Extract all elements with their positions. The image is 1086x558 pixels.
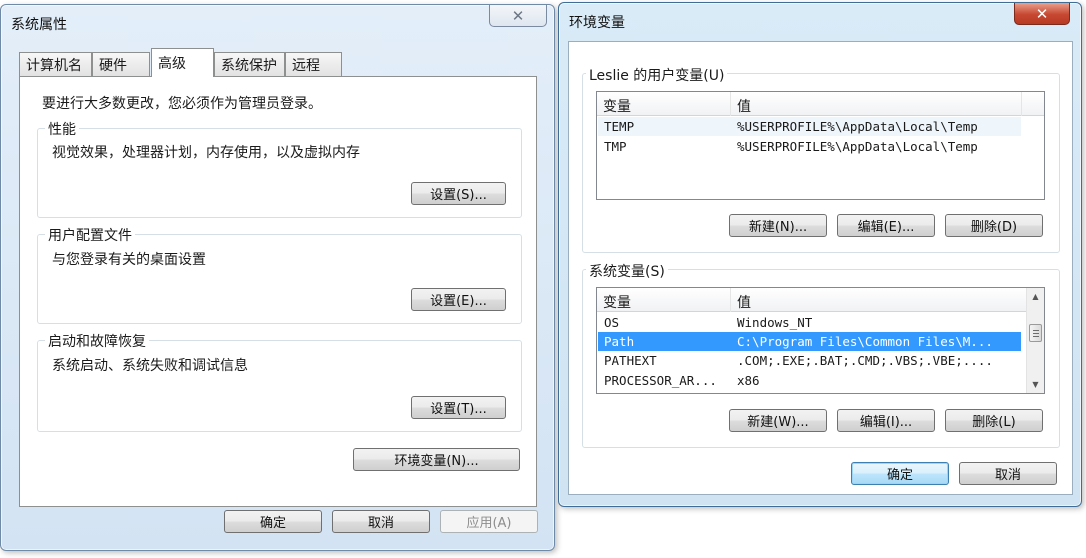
user-variables-list[interactable]: 变量 值 TEMP %USERPROFILE%\AppData\Local\Te… [596,91,1045,200]
performance-group: 性能 视觉效果，处理器计划，内存使用，以及虚拟内存 设置(S)... [37,119,522,218]
scroll-up-icon[interactable]: ▲ [1027,288,1044,305]
variable-name: TMP [604,139,627,154]
env-ok-button[interactable]: 确定 [851,462,949,485]
list-row[interactable]: PROCESSOR_AR... x86 [598,371,1021,390]
list-row[interactable]: TMP %USERPROFILE%\AppData\Local\Temp [598,137,1021,156]
performance-description: 视觉效果，处理器计划，内存使用，以及虚拟内存 [52,145,360,161]
system-edit-button[interactable]: 编辑(I)... [837,409,935,432]
grip-line [1033,336,1039,337]
close-icon: ✕ [511,6,525,25]
tab-label: 计算机名 [26,58,82,74]
startup-recovery-settings-button[interactable]: 设置(T)... [411,396,506,419]
list-row-selected[interactable]: Path C:\Program Files\Common Files\M... [598,332,1021,351]
variable-value: %USERPROFILE%\AppData\Local\Temp [737,119,978,134]
startup-recovery-group: 启动和故障恢复 系统启动、系统失败和调试信息 设置(T)... [37,331,522,432]
env-cancel-button[interactable]: 取消 [959,462,1057,485]
variable-value: .COM;.EXE;.BAT;.CMD;.VBS;.VBE;.... [737,353,993,368]
user-variables-legend: Leslie 的用户变量(U) [586,65,728,85]
environment-variables-window: 环境变量 ✕ Leslie 的用户变量(U) 变量 值 TEMP %USERPR… [558,2,1082,507]
close-button[interactable]: ✕ [489,5,547,27]
tab-label: 高级 [158,56,186,72]
variable-value: x86 [737,373,760,388]
list-row[interactable]: TEMP %USERPROFILE%\AppData\Local\Temp [598,117,1021,136]
env-dialog-body: Leslie 的用户变量(U) 变量 值 TEMP %USERPROFILE%\… [568,41,1073,495]
system-delete-button[interactable]: 删除(L) [945,409,1043,432]
list-header: 变量 值 [597,92,1044,116]
grip-line [1033,333,1039,334]
performance-legend: 性能 [45,119,79,139]
list-row[interactable]: PATHEXT .COM;.EXE;.BAT;.CMD;.VBS;.VBE;..… [598,351,1021,370]
environment-variables-button[interactable]: 环境变量(N)... [353,448,520,471]
tab-system-protection[interactable]: 系统保护 [214,52,285,76]
startup-recovery-legend: 启动和故障恢复 [45,331,149,351]
advanced-tab-panel: 要进行大多数更改，您必须作为管理员登录。 性能 视觉效果，处理器计划，内存使用，… [19,76,537,507]
scroll-down-icon[interactable]: ▼ [1027,376,1044,393]
tab-hardware[interactable]: 硬件 [92,52,150,76]
variable-value: C:\Program Files\Common Files\M... [737,334,993,349]
close-icon: ✕ [1035,4,1049,23]
startup-recovery-description: 系统启动、系统失败和调试信息 [52,358,248,374]
cancel-button[interactable]: 取消 [332,510,430,533]
user-profiles-legend: 用户配置文件 [45,225,135,245]
list-row[interactable]: OS Windows_NT [598,313,1021,332]
window-title: 环境变量 [569,15,625,31]
user-edit-button[interactable]: 编辑(E)... [837,214,935,237]
tab-label: 远程 [292,58,320,74]
variable-name: Path [604,334,635,349]
scroll-thumb[interactable] [1029,324,1042,342]
tab-remote[interactable]: 远程 [285,52,342,76]
tab-computer-name[interactable]: 计算机名 [19,52,92,76]
window-title: 系统属性 [11,17,67,33]
column-header-variable[interactable]: 变量 [597,92,731,116]
column-header-variable[interactable]: 变量 [597,288,731,312]
variable-value: Windows_NT [737,315,813,330]
ok-button[interactable]: 确定 [224,510,322,533]
user-profiles-description: 与您登录有关的桌面设置 [52,252,206,268]
tab-label: 硬件 [99,58,127,74]
variable-value: %USERPROFILE%\AppData\Local\Temp [737,139,978,154]
user-profiles-group: 用户配置文件 与您登录有关的桌面设置 设置(E)... [37,225,522,324]
tab-label: 系统保护 [221,58,277,74]
system-variables-legend: 系统变量(S) [586,261,668,281]
grip-line [1033,330,1039,331]
close-button[interactable]: ✕ [1014,3,1070,25]
vertical-scrollbar[interactable]: ▲ ▼ [1026,288,1044,393]
system-properties-window: 系统属性 ✕ 计算机名 硬件 高级 系统保护 远程 要进行大多数更改，您必须作为… [0,4,555,551]
apply-button[interactable]: 应用(A) [440,510,538,533]
user-new-button[interactable]: 新建(N)... [729,214,827,237]
user-profiles-settings-button[interactable]: 设置(E)... [411,288,506,311]
admin-note: 要进行大多数更改，您必须作为管理员登录。 [42,96,322,112]
variable-name: OS [604,315,620,330]
tab-advanced[interactable]: 高级 [151,48,214,77]
variable-name: PROCESSOR_AR... [604,373,717,388]
system-variables-group: 系统变量(S) 变量 值 OS Windows_NT Path C:\Progr… [582,261,1060,448]
user-delete-button[interactable]: 删除(D) [945,214,1043,237]
system-variables-list[interactable]: 变量 值 OS Windows_NT Path C:\Program Files… [596,287,1045,394]
list-header: 变量 值 [597,288,1027,312]
user-variables-group: Leslie 的用户变量(U) 变量 值 TEMP %USERPROFILE%\… [582,65,1060,253]
system-new-button[interactable]: 新建(W)... [729,409,827,432]
column-header-value[interactable]: 值 [731,288,1027,312]
column-header-value[interactable]: 值 [731,92,1022,116]
variable-name: PATHEXT [604,353,657,368]
performance-settings-button[interactable]: 设置(S)... [411,182,506,205]
variable-name: TEMP [604,119,635,134]
